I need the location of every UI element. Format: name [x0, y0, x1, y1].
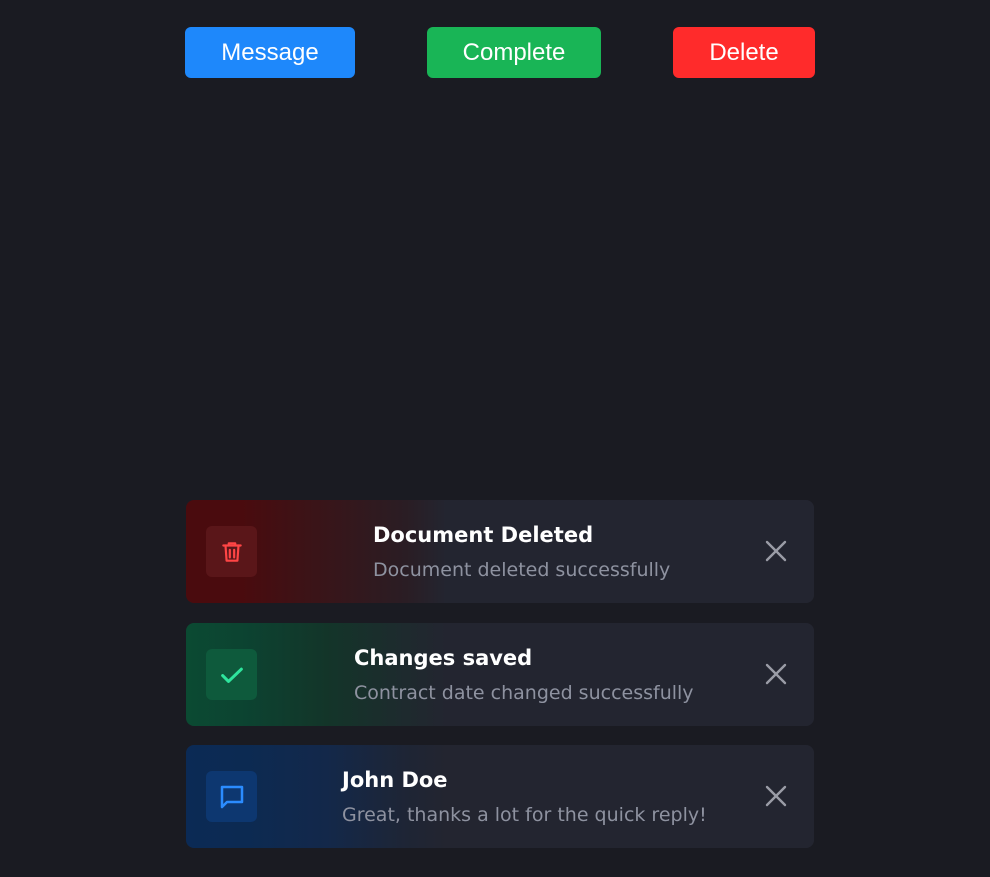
toast-changes-saved: Changes saved Contract date changed succ… — [186, 623, 814, 726]
toast-icon-box — [206, 526, 257, 577]
toast-icon-box — [206, 771, 257, 822]
delete-button[interactable]: Delete — [673, 27, 815, 78]
toast-message: Contract date changed successfully — [354, 682, 694, 704]
check-icon — [220, 667, 243, 683]
close-icon — [765, 540, 787, 562]
toast-document-deleted: Document Deleted Document deleted succes… — [186, 500, 814, 603]
toast-message: Document deleted successfully — [373, 559, 671, 581]
close-button[interactable] — [761, 659, 791, 689]
complete-button[interactable]: Complete — [427, 27, 601, 78]
close-button[interactable] — [761, 781, 791, 811]
trash-icon — [221, 541, 242, 562]
toast-icon-box — [206, 649, 257, 700]
close-icon — [765, 785, 787, 807]
chat-bubble-icon — [220, 785, 243, 808]
toast-message: Great, thanks a lot for the quick reply! — [342, 804, 707, 826]
toast-title: John Doe — [342, 768, 448, 792]
close-button[interactable] — [761, 536, 791, 566]
message-button[interactable]: Message — [185, 27, 355, 78]
toast-john-doe: John Doe Great, thanks a lot for the qui… — [186, 745, 814, 848]
toast-title: Document Deleted — [373, 523, 594, 547]
close-icon — [765, 663, 787, 685]
toast-title: Changes saved — [354, 646, 533, 670]
